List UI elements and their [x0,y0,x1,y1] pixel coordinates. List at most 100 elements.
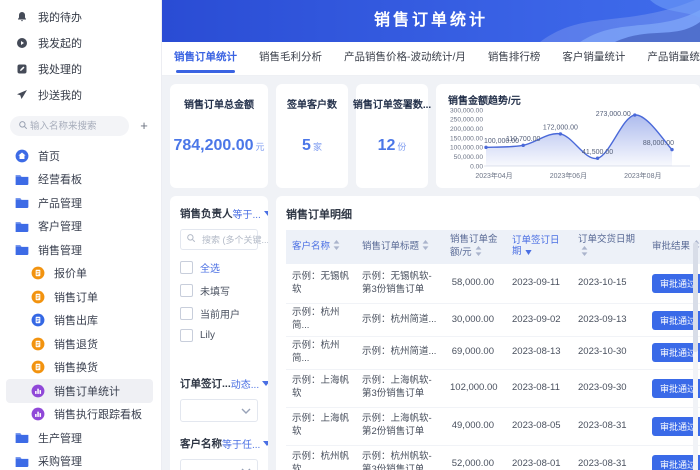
cell-amount: 102,000.00 [444,369,506,408]
cell-approval: 审批通过 [646,336,700,370]
tab-order-stats[interactable]: 销售订单统计 [174,42,237,76]
doc-circle-icon [30,290,46,304]
checkbox[interactable] [180,284,193,297]
sidebar-item-product-mgmt[interactable]: 产品管理 [6,191,153,215]
doc-circle-icon [30,313,46,327]
filter-owner-options: 全选未填写当前用户 Lily [180,260,258,342]
sidebar-item-customer-mgmt[interactable]: 客户管理 [6,215,153,239]
filter-option-current-user[interactable]: 当前用户 [180,306,258,321]
folder-icon [14,174,30,185]
filter-owner-search[interactable] [180,229,268,250]
sidebar-item-sales-exchange[interactable]: 销售换货 [6,356,153,380]
sort-icon[interactable] [333,239,340,254]
sidebar-search-input[interactable] [28,119,118,133]
sidebar-item-sales-mgmt[interactable]: 销售管理 [6,238,153,262]
sidebar-item-my-processed[interactable]: 我处理的 [0,56,161,82]
filter-sign-date-select[interactable] [180,399,258,422]
cell-amount: 52,000.00 [444,445,506,470]
svg-text:2023年08月: 2023年08月 [624,171,661,180]
cell-deliver-date: 2023-09-30 [572,369,646,408]
table-row[interactable]: 示例：无锡帆软 示例：无锡帆软-第3份销售订单 58,000.00 2023-09-1… [286,263,700,305]
filter-option-not-filled[interactable]: 未填写 [180,283,258,298]
cell-customer: 示例：杭州简... [286,303,356,337]
sidebar-item-my-initiated[interactable]: 我发起的 [0,30,161,56]
svg-text:150,000.00: 150,000.00 [450,135,483,142]
table-title: 销售订单明细 [286,209,352,221]
sidebar-item-sales-order[interactable]: 销售订单 [6,285,153,309]
column-header-order-title[interactable]: 销售订单标题 [356,230,444,264]
sidebar-menu: 首页 经营看板 产品管理 客户管理 销售管理 报价单 销售订单 销售出库 销售退货 销售换货 销售订… [0,144,161,470]
sidebar-item-cc-to-me[interactable]: 抄送我的 [0,82,161,108]
cell-amount: 69,000.00 [444,336,506,370]
chevron-down-icon [241,408,251,414]
column-header-approval[interactable]: 审批结果 [646,230,700,264]
filter-customer-operator[interactable]: 等于任... [222,436,268,451]
svg-text:41,500.00: 41,500.00 [582,149,613,156]
filter-sign-date-operator[interactable]: 动态... [231,376,268,391]
cell-customer: 示例：杭州帆软 [286,445,356,470]
sidebar-item-sales-return[interactable]: 销售退货 [6,332,153,356]
column-header-sign-date[interactable]: 订单签订日期 [506,230,572,264]
filter-panel: 销售负责人 等于... 全选未填写当前用户 Lily 订单签订... 动态... [170,196,268,470]
cell-amount: 49,000.00 [444,407,506,446]
table-wrapper: 客户名称销售订单标题销售订单金额/元订单签订日期订单交货日期审批结果销售示例：无… [286,230,700,470]
column-header-amount[interactable]: 销售订单金额/元 [444,230,506,264]
cell-deliver-date: 2023-10-15 [572,263,646,305]
checkbox[interactable] [180,261,193,274]
filter-customer-label: 客户名称 [180,438,222,450]
table-row[interactable]: 示例：杭州帆软 示例：杭州帆软-第3份销售订单 52,000.00 2023-08-0… [286,445,700,470]
sidebar-item-sales-outbound[interactable]: 销售出库 [6,309,153,333]
filter-option-select-all[interactable]: 全选 [180,260,258,275]
folder-icon [14,197,30,209]
table-row[interactable]: 示例：上海帆软 示例：上海帆软-第3份销售订单 102,000.00 2023-08-… [286,369,700,408]
sidebar-item-production-mgmt[interactable]: 生产管理 [6,426,153,450]
table-row[interactable]: 示例：上海帆软 示例：上海帆软-第2份销售订单 49,000.00 2023-08-0… [286,407,700,446]
column-header-customer[interactable]: 客户名称 [286,230,356,264]
sidebar-item-my-todo[interactable]: 我的待办 [0,4,161,30]
stat-unit: 家 [312,142,322,152]
sort-desc-icon[interactable] [524,247,532,259]
table-row[interactable]: 示例：杭州简... 示例：杭州简道... 30,000.00 2023-09-02 20… [286,303,700,337]
cell-amount: 58,000.00 [444,263,506,305]
sidebar-item-sales-tracking-board[interactable]: 销售执行跟踪看板 [6,403,153,427]
filter-owner-search-input[interactable] [200,233,268,246]
tab-price-fluctuation[interactable]: 产品销售价格-波动统计/月 [344,42,466,76]
svg-text:200,000.00: 200,000.00 [450,126,483,133]
stat-card-signed-orders: 销售订单签署数... 12 份 [353,84,431,188]
cell-sign-date: 2023-09-02 [506,303,572,337]
filter-customer-select[interactable] [180,459,258,470]
tab-product-sales[interactable]: 产品销量统计 [647,42,700,76]
search-icon [186,233,196,246]
stat-unit: 份 [397,142,407,152]
sort-icon[interactable] [475,245,482,260]
tab-sales-ranking[interactable]: 销售排行榜 [488,42,541,76]
caret-down-icon [263,441,268,446]
sidebar-search-box[interactable] [10,116,129,136]
sidebar-item-business-dashboard[interactable]: 经营看板 [6,168,153,192]
checkbox[interactable] [180,329,193,342]
tab-customer-sales[interactable]: 客户销量统计 [562,42,625,76]
column-header-deliver-date[interactable]: 订单交货日期 [572,230,646,264]
filter-owner-operator[interactable]: 等于... [233,206,268,221]
filter-option-lily[interactable]: Lily [180,329,258,342]
stat-label: 销售订单总金额 [184,100,254,111]
filter-owner-label: 销售负责人 [180,208,233,220]
page-banner: 销售订单统计 [162,0,700,42]
tab-gross-profit[interactable]: 销售毛利分析 [259,42,322,76]
cell-customer: 示例：上海帆软 [286,407,356,446]
stat-value: 5家 [302,137,322,154]
home-circle-icon [14,149,30,163]
sidebar-item-quotation[interactable]: 报价单 [6,262,153,286]
cell-deliver-date: 2023-08-31 [572,445,646,470]
sidebar-item-purchase-mgmt[interactable]: 采购管理 [6,450,153,470]
sidebar-top-section: 我的待办 我发起的 我处理的 抄送我的 [0,4,161,108]
checkbox[interactable] [180,307,193,320]
sort-icon[interactable] [581,245,588,260]
sort-icon[interactable] [422,239,429,254]
table-row[interactable]: 示例：杭州简... 示例：杭州简道... 69,000.00 2023-08-13 20… [286,336,700,370]
sidebar-item-sales-order-stats[interactable]: 销售订单统计 [6,379,153,403]
tab-bar: 销售订单统计 销售毛利分析 产品销售价格-波动统计/月 销售排行榜 客户销量统计 产品销量… [162,42,700,76]
scrollbar-thumb[interactable] [693,242,698,352]
add-button[interactable]: + [135,117,153,135]
sidebar-item-home[interactable]: 首页 [6,144,153,168]
